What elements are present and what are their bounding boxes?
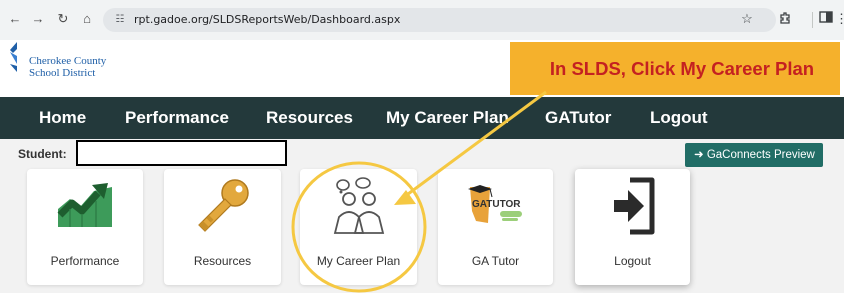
card-ga-tutor[interactable]: GATUTOR GA Tutor <box>438 169 553 285</box>
card-my-career-plan[interactable]: My Career Plan <box>300 169 417 285</box>
more-menu-icon[interactable]: ⋮ <box>835 11 844 27</box>
card-my-career-plan-label: My Career Plan <box>316 254 401 268</box>
instruction-callout-text: In SLDS, Click My Career Plan <box>549 57 815 79</box>
key-icon <box>193 177 253 238</box>
nav-resources[interactable]: Resources <box>266 97 353 139</box>
people-thought-icon <box>327 177 391 240</box>
arrow-left-icon[interactable]: ← <box>7 11 23 27</box>
nav-home[interactable]: Home <box>39 97 86 139</box>
toolbar-separator <box>812 12 813 28</box>
instruction-callout: In SLDS, Click My Career Plan <box>510 42 840 95</box>
card-performance[interactable]: Performance <box>27 169 143 285</box>
logout-icon <box>608 176 658 241</box>
nav-logout[interactable]: Logout <box>650 97 708 139</box>
nav-gatutor[interactable]: GATutor <box>545 97 611 139</box>
nav-performance[interactable]: Performance <box>125 97 229 139</box>
card-resources[interactable]: Resources <box>164 169 281 285</box>
bookmark-star-icon[interactable]: ☆ <box>739 11 755 27</box>
site-info-icon[interactable]: ☷ <box>113 13 127 27</box>
browser-toolbar: ← → ↻ ⌂ ☷ rpt.gadoe.org/SLDSReportsWeb/D… <box>0 0 844 40</box>
url-text: rpt.gadoe.org/SLDSReportsWeb/Dashboard.a… <box>134 13 401 26</box>
ga-tutor-logo-text: GATUTOR <box>472 199 521 210</box>
side-panel-icon[interactable] <box>818 11 834 27</box>
nav-my-career-plan[interactable]: My Career Plan <box>386 97 509 139</box>
district-name-line2: School District <box>29 67 96 79</box>
ga-tutor-logo-icon: GATUTOR <box>466 183 526 232</box>
student-label: Student: <box>18 147 67 161</box>
gaconnects-preview-button[interactable]: ➜ GaConnects Preview <box>685 143 823 167</box>
home-icon[interactable]: ⌂ <box>79 11 95 27</box>
student-name-field <box>76 140 287 166</box>
card-logout-label: Logout <box>614 254 651 268</box>
growth-chart-icon <box>56 179 114 234</box>
card-resources-label: Resources <box>193 254 252 268</box>
sign-in-icon: ➜ <box>694 149 704 161</box>
reload-icon[interactable]: ↻ <box>55 11 71 27</box>
district-name-line1: Cherokee County <box>29 55 107 67</box>
address-bar[interactable]: ☷ rpt.gadoe.org/SLDSReportsWeb/Dashboard… <box>103 8 776 32</box>
card-performance-label: Performance <box>50 254 120 268</box>
district-name: Cherokee County School District <box>29 55 106 79</box>
main-navbar: Home Performance Resources My Career Pla… <box>0 97 844 139</box>
arrow-right-icon[interactable]: → <box>30 11 46 27</box>
extensions-icon[interactable] <box>777 11 793 27</box>
card-ga-tutor-label: GA Tutor <box>471 254 520 268</box>
district-logo-icon[interactable] <box>8 42 26 72</box>
card-logout[interactable]: Logout <box>575 169 690 285</box>
gaconnects-preview-label: GaConnects Preview <box>706 149 815 161</box>
